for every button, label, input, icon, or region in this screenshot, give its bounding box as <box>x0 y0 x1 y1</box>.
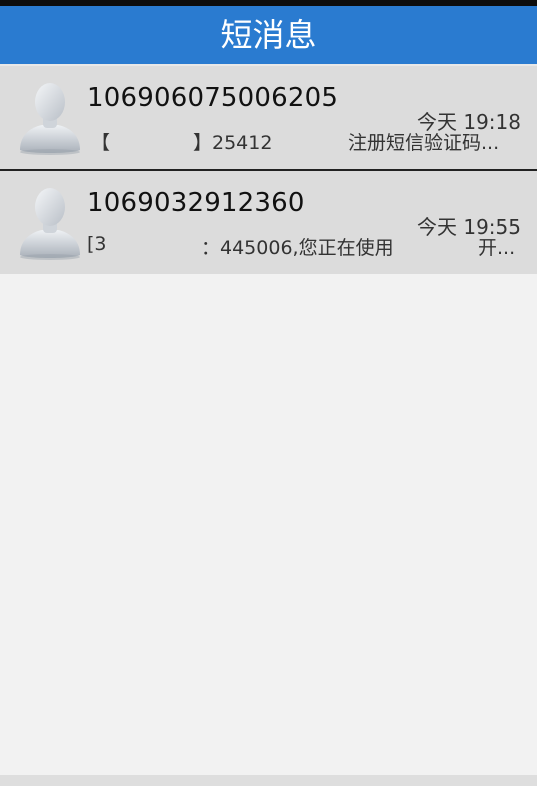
message-sender: 1069032912360 <box>87 188 305 218</box>
app-header: 短消息 <box>0 6 537 64</box>
message-preview-start: [3 <box>87 233 107 255</box>
message-list: 106906075006205 今天 19:18 【 】25412 注册短信验证… <box>0 66 537 274</box>
message-preview: [3 ：445006,您正在使用 开... <box>87 233 521 259</box>
message-preview-start: 【 <box>91 132 111 154</box>
page-title: 短消息 <box>220 16 317 54</box>
message-sender: 106906075006205 <box>87 83 339 113</box>
message-preview-middle: ：445006,您正在使用 <box>201 237 394 259</box>
message-item[interactable]: 1069032912360 今天 19:55 [3 ：445006,您正在使用 … <box>0 169 537 274</box>
message-preview: 【 】25412 注册短信验证码... <box>87 128 521 154</box>
message-preview-middle: 】25412 <box>193 132 273 154</box>
message-item[interactable]: 106906075006205 今天 19:18 【 】25412 注册短信验证… <box>0 66 537 169</box>
contact-avatar-icon <box>16 80 84 156</box>
bottom-edge <box>0 775 537 786</box>
message-preview-end: 开... <box>478 237 516 259</box>
contact-avatar-icon <box>16 185 84 261</box>
message-preview-end: 注册短信验证码... <box>348 132 500 154</box>
